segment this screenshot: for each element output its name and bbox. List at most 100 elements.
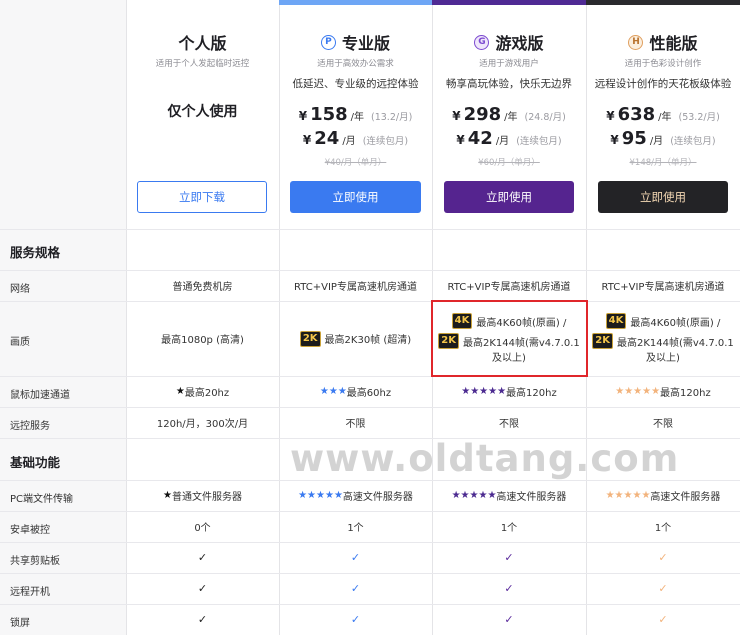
android-cell: 1个 bbox=[500, 523, 518, 534]
resolution-2k-icon: 2K bbox=[592, 333, 613, 349]
price-yearly: ¥298/年 (24.8/月) bbox=[432, 104, 586, 125]
price-unit: /年 bbox=[350, 112, 365, 123]
price-value: 158 bbox=[310, 104, 348, 125]
price-monthly: ¥24/月 (连续包月) bbox=[279, 128, 432, 149]
row-label-clipboard: 共享剪贴板 bbox=[10, 556, 60, 567]
star-rating-icon: ★ bbox=[163, 490, 172, 501]
star-rating-icon: ★★★★★ bbox=[451, 490, 497, 501]
price-note: (连续包月) bbox=[670, 136, 716, 147]
price-unit: /月 bbox=[342, 136, 356, 147]
check-icon: ✓ bbox=[658, 613, 668, 626]
personal-only-text: 仅个人使用 bbox=[167, 104, 238, 120]
quality-line: 4K 最高4K60帧(原画) / bbox=[605, 313, 720, 329]
currency-symbol: ¥ bbox=[610, 133, 619, 147]
plan-title-text: 性能版 bbox=[649, 34, 698, 53]
star-rating-icon: ★★★★★ bbox=[461, 386, 507, 397]
price-value: 42 bbox=[467, 128, 493, 149]
plan-pro: P 专业版 适用于高效办公需求 低延迟、专业级的远控体验 ¥158/年 (13.2… bbox=[279, 0, 432, 225]
plan-subtitle: 适用于游戏用户 bbox=[479, 59, 539, 69]
plan-title: P 专业版 bbox=[279, 30, 432, 54]
mouse-text: 最高120hz bbox=[506, 388, 557, 399]
android-cell: 1个 bbox=[654, 523, 672, 534]
plan-desc: 远程设计创作的天花板级体验 bbox=[594, 78, 732, 90]
perf-badge-icon: H bbox=[628, 34, 644, 50]
watermark-text: www.oldtang.com bbox=[290, 437, 680, 480]
currency-symbol: ¥ bbox=[606, 109, 615, 123]
pc-transfer-text: 高速文件服务器 bbox=[496, 492, 567, 503]
plan-title-text: 游戏版 bbox=[495, 34, 544, 53]
section-basic-title: 基础功能 bbox=[10, 455, 61, 470]
mouse-text: 最高20hz bbox=[184, 388, 230, 399]
game-badge-icon: G bbox=[474, 34, 490, 50]
remote-cell: 120h/月，300次/月 bbox=[156, 419, 249, 430]
row-divider bbox=[0, 229, 740, 230]
use-perf-button[interactable]: 立即使用 bbox=[598, 181, 728, 213]
network-cell: RTC+VIP专属高速机房通道 bbox=[601, 282, 725, 293]
price-value: 24 bbox=[314, 128, 340, 149]
price-unit: /月 bbox=[495, 136, 510, 147]
check-icon: ✓ bbox=[350, 582, 361, 595]
price-unit: /月 bbox=[649, 136, 664, 147]
pc-transfer-text: 普通文件服务器 bbox=[171, 492, 242, 503]
price-unit: /年 bbox=[504, 112, 518, 123]
mouse-text: 最高120hz bbox=[660, 388, 711, 399]
price-note: (24.8/月) bbox=[524, 112, 566, 123]
quality-text: 及以上) bbox=[646, 353, 680, 364]
quality-cell: 最高1080p (高清) bbox=[161, 335, 244, 346]
original-price: ¥60/月（单月） bbox=[478, 158, 540, 168]
check-icon: ✓ bbox=[197, 551, 208, 564]
check-icon: ✓ bbox=[350, 551, 361, 564]
plan-subtitle: 适用于高效办公需求 bbox=[317, 59, 394, 69]
quality-line: 2K 最高2K144帧(需v4.7.0.1 bbox=[592, 333, 734, 349]
plan-subtitle: 适用于个人发起临时远控 bbox=[155, 59, 250, 69]
mouse-cell: ★★★★★ 最高120hz bbox=[586, 376, 740, 407]
pro-badge-icon: P bbox=[320, 34, 336, 50]
plan-game: G 游戏版 适用于游戏用户 畅享高玩体验，快乐无边界 ¥298/年 (24.8/月… bbox=[432, 0, 586, 225]
use-game-button[interactable]: 立即使用 bbox=[444, 181, 574, 213]
plan-subtitle: 适用于色彩设计创作 bbox=[624, 59, 702, 69]
check-icon: ✓ bbox=[504, 582, 514, 595]
plan-desc: 畅享高玩体验，快乐无边界 bbox=[446, 78, 572, 90]
download-button[interactable]: 立即下载 bbox=[137, 181, 267, 213]
check-icon: ✓ bbox=[350, 613, 361, 626]
price-note: (连续包月) bbox=[362, 136, 409, 147]
label-column bbox=[0, 0, 126, 635]
price-unit: /年 bbox=[658, 112, 672, 123]
mouse-cell: ★★★ 最高60hz bbox=[279, 376, 432, 407]
remote-cell: 不限 bbox=[653, 419, 673, 430]
row-label-network: 网络 bbox=[10, 284, 30, 295]
section-spec-title: 服务规格 bbox=[10, 245, 61, 260]
star-rating-icon: ★★★★★ bbox=[605, 490, 651, 501]
android-cell: 0个 bbox=[194, 523, 211, 534]
row-label-mouse: 鼠标加速通道 bbox=[10, 390, 70, 401]
row-label-android: 安卓被控 bbox=[10, 525, 50, 536]
original-price: ¥40/月（单月） bbox=[324, 158, 387, 168]
price-monthly: ¥42/月 (连续包月) bbox=[432, 128, 586, 149]
quality-cell: 2K 最高2K30帧 (超清) bbox=[279, 301, 432, 376]
check-icon: ✓ bbox=[197, 613, 208, 626]
plan-title-text: 个人版 bbox=[178, 34, 227, 53]
price-monthly: ¥95/月 (连续包月) bbox=[586, 128, 740, 149]
check-icon: ✓ bbox=[658, 551, 668, 564]
star-rating-icon: ★★★★★ bbox=[298, 490, 343, 501]
price-note: (53.2/月) bbox=[678, 112, 720, 123]
plan-title: 个人版 bbox=[126, 30, 279, 54]
network-cell: RTC+VIP专属高速机房通道 bbox=[294, 282, 417, 293]
use-pro-button[interactable]: 立即使用 bbox=[290, 181, 421, 213]
price-note: (连续包月) bbox=[516, 136, 562, 147]
row-label-quality: 画质 bbox=[10, 337, 30, 348]
plan-title: G 游戏版 bbox=[432, 30, 586, 54]
star-rating-icon: ★★★★★ bbox=[615, 386, 661, 397]
row-label-pc-transfer: PC端文件传输 bbox=[10, 494, 74, 505]
pc-transfer-cell: ★★★★★ 高速文件服务器 bbox=[586, 480, 740, 511]
price-yearly: ¥158/年 (13.2/月) bbox=[279, 104, 432, 125]
currency-symbol: ¥ bbox=[298, 109, 308, 123]
remote-cell: 不限 bbox=[499, 419, 519, 430]
plan-personal: 个人版 适用于个人发起临时远控 仅个人使用 立即下载 bbox=[126, 0, 279, 225]
plan-desc: 低延迟、专业级的远控体验 bbox=[292, 78, 419, 90]
check-icon: ✓ bbox=[658, 582, 668, 595]
android-cell: 1个 bbox=[347, 523, 364, 534]
check-icon: ✓ bbox=[197, 582, 208, 595]
row-label-remote: 远控服务 bbox=[10, 421, 50, 432]
quality-cell: 4K 最高4K60帧(原画) / 2K 最高2K144帧(需v4.7.0.1 及以上… bbox=[586, 301, 740, 376]
